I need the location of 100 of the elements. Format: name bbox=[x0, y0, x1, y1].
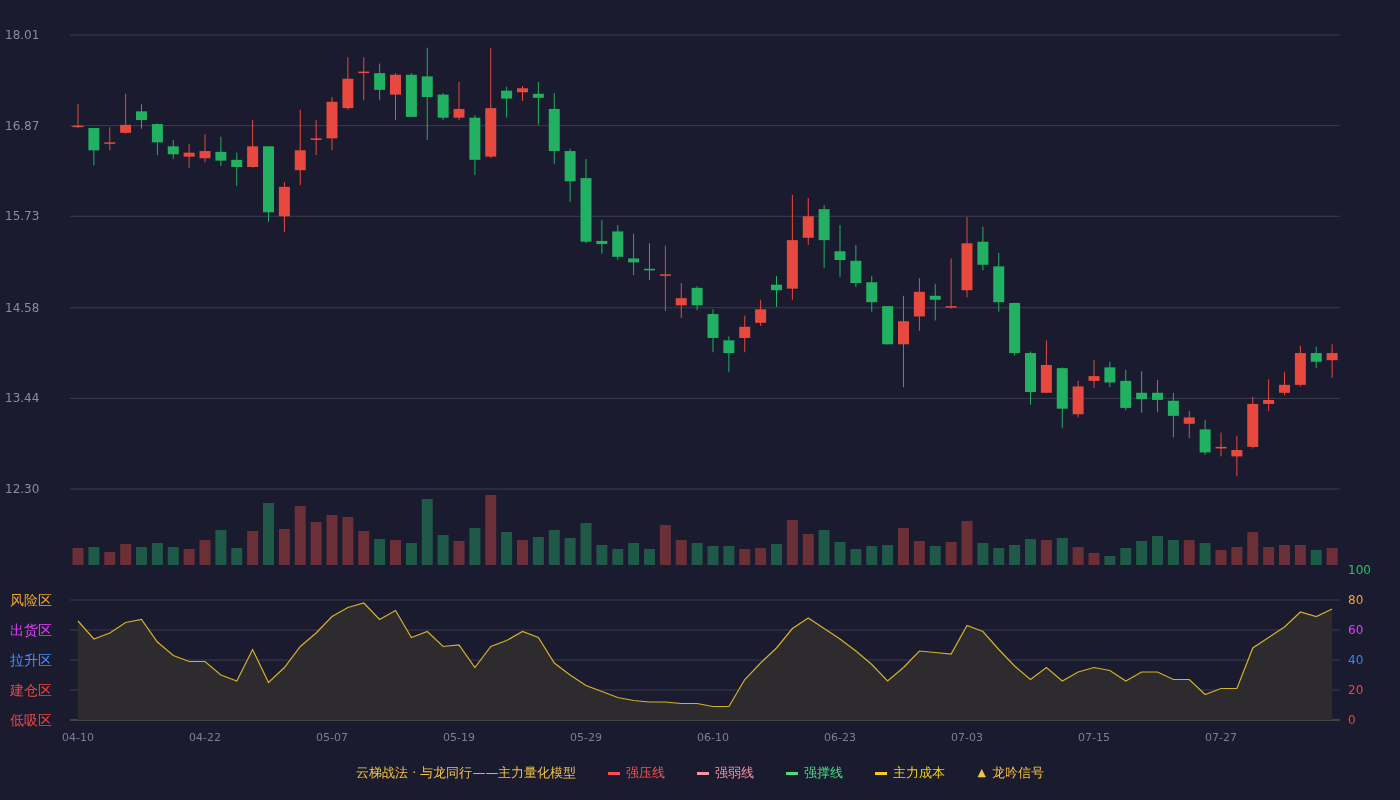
candlestick bbox=[866, 275, 878, 313]
volume-bar bbox=[167, 547, 179, 565]
candlestick bbox=[1152, 379, 1163, 413]
candlestick bbox=[310, 119, 322, 156]
axis-label: 07-27 bbox=[1205, 731, 1237, 744]
zone-label: 风险区 bbox=[10, 592, 52, 608]
legend-title: 云梯战法 · 与龙同行——主力量化模型 bbox=[356, 764, 577, 783]
volume-bar bbox=[517, 540, 528, 565]
volume-bar bbox=[501, 532, 513, 565]
volume-bar bbox=[723, 546, 735, 565]
candlestick bbox=[659, 245, 671, 312]
axis-label: 13.44 bbox=[5, 391, 40, 406]
volume-bar bbox=[850, 549, 862, 565]
volume-bar bbox=[659, 525, 671, 565]
candlestick bbox=[913, 277, 925, 332]
volume-bar bbox=[929, 546, 941, 565]
volume-bar bbox=[1231, 547, 1243, 565]
volume-bar bbox=[755, 548, 767, 565]
candlestick bbox=[834, 224, 846, 278]
candlestick bbox=[1136, 370, 1148, 414]
axis-label: 06-23 bbox=[824, 731, 856, 744]
legend-label[interactable]: 龙吟信号 bbox=[991, 763, 1044, 783]
candlestick bbox=[1326, 343, 1338, 379]
volume-bar bbox=[596, 545, 608, 565]
legend-label[interactable]: 强撑线 bbox=[804, 763, 844, 783]
volume-bar bbox=[247, 531, 259, 565]
candlestick bbox=[1072, 380, 1084, 418]
candlestick bbox=[771, 275, 782, 308]
candlestick bbox=[374, 63, 386, 101]
candlestick bbox=[151, 122, 163, 156]
axis-label: 80 bbox=[1348, 593, 1364, 607]
axis-label: 20 bbox=[1348, 683, 1364, 697]
candlestick bbox=[278, 181, 290, 233]
candlestick bbox=[342, 56, 354, 111]
volume-bar bbox=[1215, 550, 1227, 565]
volume-bar bbox=[675, 540, 687, 565]
candlestick bbox=[517, 85, 528, 102]
zone-label: 拉升区 bbox=[10, 652, 52, 668]
volume-bar bbox=[1040, 540, 1052, 565]
volume-bar bbox=[151, 543, 163, 565]
candlestick bbox=[882, 305, 894, 345]
volume-bar bbox=[199, 540, 211, 565]
axis-label: 07-03 bbox=[951, 731, 983, 744]
candlestick bbox=[691, 285, 703, 311]
axis-label: 12.30 bbox=[5, 482, 40, 495]
candlestick bbox=[644, 242, 655, 281]
volume-bar bbox=[231, 548, 243, 565]
candlestick bbox=[167, 139, 179, 160]
axis-label: 14.58 bbox=[5, 300, 40, 315]
volume-bar bbox=[342, 517, 354, 565]
axis-label: 15.73 bbox=[5, 209, 40, 224]
candlestick bbox=[1025, 350, 1036, 406]
candlestick bbox=[326, 96, 338, 151]
volume-bar bbox=[1263, 547, 1275, 565]
candlestick bbox=[104, 126, 116, 151]
legend-label[interactable]: 强弱线 bbox=[715, 763, 755, 783]
legend-label[interactable]: 主力成本 bbox=[893, 763, 946, 783]
candlestick bbox=[993, 252, 1005, 313]
zone-label: 建仓区 bbox=[10, 682, 52, 698]
legend-label[interactable]: 强压线 bbox=[626, 763, 666, 783]
volume-bar bbox=[913, 541, 925, 565]
candlestick bbox=[453, 81, 465, 121]
volume-bar bbox=[405, 543, 417, 565]
volume-bar bbox=[358, 531, 370, 565]
axis-label: 60 bbox=[1348, 623, 1364, 637]
volume-bar bbox=[437, 535, 449, 565]
axis-label: 18.01 bbox=[5, 28, 40, 42]
axis-label: 04-22 bbox=[189, 731, 221, 744]
candlestick bbox=[1009, 302, 1021, 356]
zone-label: 低吸区 bbox=[10, 712, 52, 728]
volume-bar bbox=[1199, 543, 1211, 565]
zone-label: 出货区 bbox=[10, 622, 52, 638]
candlestick bbox=[1167, 392, 1179, 438]
candlestick bbox=[1310, 346, 1322, 369]
candlestick bbox=[532, 81, 544, 126]
volume-bar bbox=[691, 543, 703, 565]
triangle-icon: ▲ bbox=[977, 764, 986, 782]
candlestick bbox=[564, 148, 576, 203]
candlestick bbox=[707, 308, 719, 353]
candlestick bbox=[88, 127, 100, 166]
candlestick bbox=[739, 315, 751, 353]
candlestick bbox=[977, 226, 989, 271]
candlestick bbox=[199, 133, 211, 163]
volume-bar bbox=[945, 542, 957, 565]
volume-bar bbox=[136, 547, 147, 565]
axis-label: 40 bbox=[1348, 653, 1364, 667]
candlestick bbox=[215, 136, 227, 167]
candlestick bbox=[390, 72, 401, 121]
candlestick bbox=[723, 335, 735, 373]
volume-bar bbox=[1310, 550, 1322, 565]
volume-bar bbox=[866, 546, 878, 565]
volume-bar bbox=[818, 530, 830, 565]
candlestick bbox=[1088, 359, 1100, 389]
volume-bar bbox=[771, 544, 782, 565]
candlestick bbox=[1294, 345, 1306, 387]
volume-bar bbox=[453, 541, 465, 565]
axis-label: 04-10 bbox=[62, 731, 94, 744]
candlestick bbox=[358, 56, 370, 101]
candlestick bbox=[437, 92, 449, 121]
volume-bar bbox=[120, 544, 132, 565]
